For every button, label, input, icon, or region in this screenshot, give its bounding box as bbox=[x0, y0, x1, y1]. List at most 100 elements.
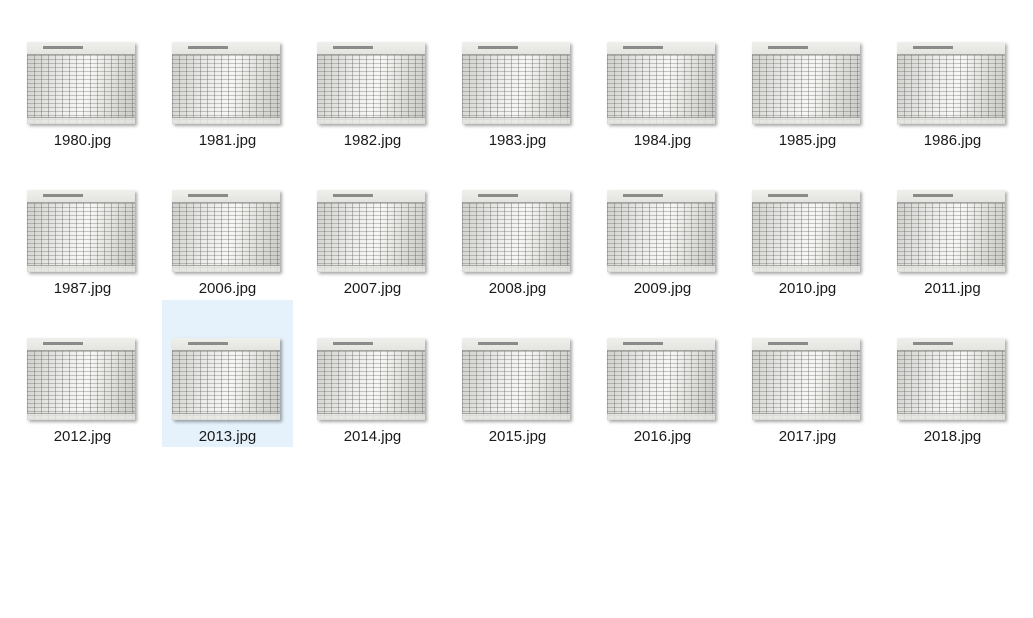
thumbnail-table-footer bbox=[462, 413, 570, 420]
thumbnail-table-header bbox=[897, 338, 1005, 351]
thumbnail-table-header bbox=[462, 190, 570, 203]
file-thumbnail bbox=[752, 42, 860, 124]
thumbnail-table-footer bbox=[27, 413, 135, 420]
file-name: 2015.jpg bbox=[488, 428, 547, 445]
thumbnail-table-footer bbox=[172, 265, 280, 272]
thumbnail-table-footer bbox=[607, 117, 715, 124]
file-name: 1982.jpg bbox=[343, 132, 402, 149]
file-item[interactable]: 2007.jpg bbox=[307, 152, 438, 299]
file-name: 2013.jpg bbox=[198, 428, 257, 445]
thumbnail-table-header bbox=[317, 190, 425, 203]
file-item[interactable]: 2006.jpg bbox=[162, 152, 293, 299]
file-name: 2007.jpg bbox=[343, 280, 402, 297]
file-thumbnail bbox=[607, 338, 715, 420]
thumbnail-table-footer bbox=[27, 117, 135, 124]
thumbnail-table-footer bbox=[27, 265, 135, 272]
file-item[interactable]: 1987.jpg bbox=[17, 152, 148, 299]
thumbnail-table-footer bbox=[752, 117, 860, 124]
thumbnail-table-footer bbox=[317, 413, 425, 420]
file-name: 1984.jpg bbox=[633, 132, 692, 149]
file-thumbnail bbox=[172, 190, 280, 272]
file-name: 2010.jpg bbox=[778, 280, 837, 297]
file-thumbnail bbox=[752, 190, 860, 272]
file-name: 2011.jpg bbox=[924, 280, 981, 297]
file-item[interactable]: 1982.jpg bbox=[307, 4, 438, 151]
thumbnail-table-header bbox=[172, 42, 280, 55]
thumbnail-table-footer bbox=[752, 413, 860, 420]
file-thumbnail bbox=[752, 338, 860, 420]
file-thumbnail bbox=[897, 42, 1005, 124]
file-item[interactable]: 1984.jpg bbox=[597, 4, 728, 151]
file-thumbnail bbox=[607, 190, 715, 272]
thumbnail-table-header bbox=[607, 42, 715, 55]
thumbnail-table-header bbox=[27, 42, 135, 55]
thumbnail-table-footer bbox=[317, 117, 425, 124]
file-thumbnail bbox=[317, 42, 425, 124]
file-item[interactable]: 1985.jpg bbox=[742, 4, 873, 151]
thumbnail-table-footer bbox=[897, 265, 1005, 272]
file-item[interactable]: 2015.jpg bbox=[452, 300, 583, 447]
thumbnail-table-header bbox=[317, 42, 425, 55]
file-thumbnail bbox=[27, 42, 135, 124]
thumbnail-table-header bbox=[462, 42, 570, 55]
thumbnail-table-header bbox=[897, 190, 1005, 203]
file-item[interactable]: 1986.jpg bbox=[887, 4, 1018, 151]
file-grid: 1980.jpg 1981.jpg 1982.jpg 1983.jpg 1984.jpg… bbox=[0, 0, 1033, 618]
thumbnail-table-header bbox=[172, 190, 280, 203]
file-name: 2016.jpg bbox=[633, 428, 692, 445]
thumbnail-table-footer bbox=[897, 413, 1005, 420]
thumbnail-table-footer bbox=[897, 117, 1005, 124]
file-name: 2014.jpg bbox=[343, 428, 402, 445]
file-thumbnail bbox=[897, 190, 1005, 272]
file-item[interactable]: 2014.jpg bbox=[307, 300, 438, 447]
file-item[interactable]: 1981.jpg bbox=[162, 4, 293, 151]
file-name: 2009.jpg bbox=[633, 280, 692, 297]
file-item[interactable]: 2016.jpg bbox=[597, 300, 728, 447]
file-name: 2012.jpg bbox=[53, 428, 112, 445]
file-item[interactable]: 1980.jpg bbox=[17, 4, 148, 151]
file-thumbnail bbox=[607, 42, 715, 124]
file-item[interactable]: 1983.jpg bbox=[452, 4, 583, 151]
file-item[interactable]: 2008.jpg bbox=[452, 152, 583, 299]
file-item[interactable]: 2009.jpg bbox=[597, 152, 728, 299]
file-name: 2017.jpg bbox=[778, 428, 837, 445]
thumbnail-table-footer bbox=[172, 413, 280, 420]
file-name: 2018.jpg bbox=[923, 428, 982, 445]
file-thumbnail bbox=[317, 190, 425, 272]
file-thumbnail bbox=[462, 190, 570, 272]
file-name: 1983.jpg bbox=[488, 132, 547, 149]
file-name: 1981.jpg bbox=[198, 132, 257, 149]
thumbnail-table-header bbox=[752, 42, 860, 55]
file-item[interactable]: 2010.jpg bbox=[742, 152, 873, 299]
thumbnail-table-footer bbox=[462, 117, 570, 124]
file-thumbnail bbox=[317, 338, 425, 420]
file-name: 2006.jpg bbox=[198, 280, 257, 297]
file-item[interactable]: 2017.jpg bbox=[742, 300, 873, 447]
thumbnail-table-header bbox=[317, 338, 425, 351]
file-item[interactable]: 2013.jpg bbox=[162, 300, 293, 447]
thumbnail-table-header bbox=[752, 190, 860, 203]
file-thumbnail bbox=[27, 190, 135, 272]
file-name: 1987.jpg bbox=[53, 280, 112, 297]
thumbnail-table-header bbox=[27, 338, 135, 351]
file-item[interactable]: 2018.jpg bbox=[887, 300, 1018, 447]
file-thumbnail bbox=[27, 338, 135, 420]
thumbnail-table-footer bbox=[172, 117, 280, 124]
thumbnail-table-footer bbox=[752, 265, 860, 272]
thumbnail-table-header bbox=[172, 338, 280, 351]
thumbnail-table-header bbox=[607, 190, 715, 203]
thumbnail-table-footer bbox=[462, 265, 570, 272]
file-name: 2008.jpg bbox=[488, 280, 547, 297]
file-thumbnail bbox=[897, 338, 1005, 420]
file-thumbnail bbox=[172, 42, 280, 124]
file-item[interactable]: 2011.jpg bbox=[887, 152, 1018, 299]
file-thumbnail bbox=[462, 42, 570, 124]
thumbnail-table-footer bbox=[607, 413, 715, 420]
thumbnail-table-footer bbox=[317, 265, 425, 272]
file-item[interactable]: 2012.jpg bbox=[17, 300, 148, 447]
thumbnail-table-header bbox=[607, 338, 715, 351]
thumbnail-table-header bbox=[752, 338, 860, 351]
file-thumbnail bbox=[172, 338, 280, 420]
thumbnail-table-footer bbox=[607, 265, 715, 272]
thumbnail-table-header bbox=[897, 42, 1005, 55]
